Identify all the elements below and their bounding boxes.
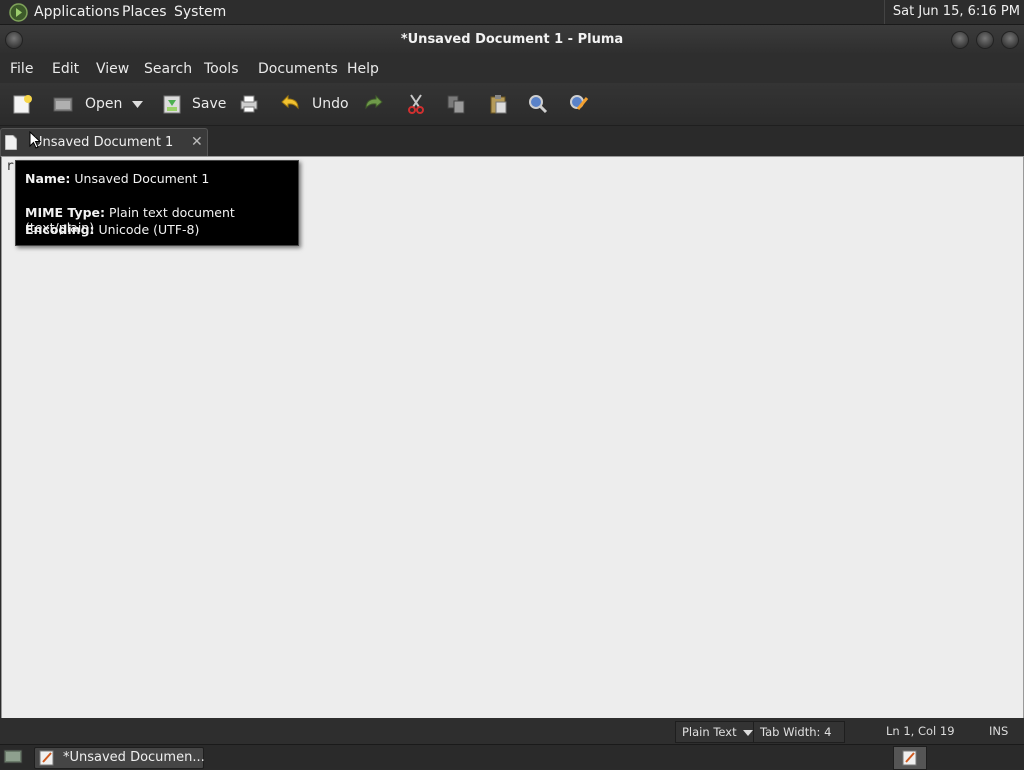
tooltip-mime-key: MIME Type:: [25, 205, 106, 220]
window-title: *Unsaved Document 1 - Pluma: [400, 32, 624, 47]
undo-icon[interactable]: [279, 93, 301, 115]
language-label: Plain Text: [682, 725, 737, 739]
cut-icon[interactable]: [405, 93, 427, 115]
tooltip-name-value: Unsaved Document 1: [70, 171, 210, 186]
text-document-icon: [5, 135, 17, 150]
text-editor-app-icon: [902, 750, 917, 766]
tooltip-encoding-line: Encoding: Unicode (UTF-8): [25, 222, 199, 237]
close-window-button[interactable]: [1001, 31, 1019, 49]
editor-text: r: [6, 159, 14, 174]
paste-icon[interactable]: [487, 93, 509, 115]
tab-label: Unsaved Document 1: [33, 135, 174, 150]
find-replace-icon[interactable]: [568, 93, 590, 115]
find-icon[interactable]: [527, 93, 549, 115]
tab-width-label: Tab Width: 4: [760, 725, 832, 739]
places-menu[interactable]: Places: [122, 0, 167, 24]
save-icon[interactable]: [161, 93, 183, 115]
insert-mode: INS: [989, 724, 1009, 738]
applications-menu[interactable]: Applications: [34, 0, 120, 24]
tooltip-name-line: Name: Unsaved Document 1: [25, 171, 209, 186]
menu-view[interactable]: View: [96, 55, 129, 83]
tooltip-encoding-value: Unicode (UTF-8): [94, 222, 200, 237]
taskbar-window-label: *Unsaved Documen...: [63, 750, 205, 765]
tab-bar: Unsaved Document 1 ✕: [0, 126, 1024, 157]
menubar: File Edit View Search Tools Documents He…: [0, 55, 1024, 83]
taskbar-window-button[interactable]: *Unsaved Documen...: [34, 747, 205, 769]
tooltip-encoding-key: Encoding:: [25, 222, 95, 237]
cursor-position: Ln 1, Col 19: [886, 724, 955, 738]
open-dropdown-arrow-icon[interactable]: [132, 101, 143, 108]
menu-search[interactable]: Search: [144, 55, 192, 83]
bottom-panel: *Unsaved Documen...: [0, 744, 1024, 770]
tab-close-button[interactable]: ✕: [191, 129, 203, 157]
text-editor-app-icon: [39, 750, 54, 766]
show-desktop-icon[interactable]: [3, 748, 23, 765]
tab-tooltip: Name: Unsaved Document 1 MIME Type: Plai…: [15, 160, 299, 246]
tooltip-name-key: Name:: [25, 171, 71, 186]
menu-documents[interactable]: Documents: [258, 55, 338, 83]
workspace-switcher[interactable]: [893, 746, 927, 770]
system-menu[interactable]: System: [174, 0, 226, 24]
undo-button-label[interactable]: Undo: [312, 83, 349, 125]
new-document-icon[interactable]: [12, 93, 34, 115]
chevron-down-icon: [742, 729, 753, 736]
menu-edit[interactable]: Edit: [52, 55, 79, 83]
clock[interactable]: Sat Jun 15, 6:16 PM: [883, 0, 1020, 24]
redo-icon[interactable]: [363, 93, 385, 115]
print-icon[interactable]: [238, 93, 260, 115]
mouse-pointer-icon: [29, 131, 41, 149]
tab-width-selector[interactable]: Tab Width: 4: [753, 721, 845, 756]
open-button-label[interactable]: Open: [85, 83, 122, 125]
save-button-label[interactable]: Save: [192, 83, 226, 125]
maximize-button[interactable]: [976, 31, 994, 49]
minimize-button[interactable]: [951, 31, 969, 49]
top-panel: Applications Places System Sat Jun 15, 6…: [0, 0, 1024, 25]
toolbar: Open Save Undo: [0, 83, 1024, 126]
window-titlebar[interactable]: *Unsaved Document 1 - Pluma: [0, 25, 1024, 55]
menu-help[interactable]: Help: [347, 55, 379, 83]
menu-file[interactable]: File: [10, 55, 33, 83]
menu-tools[interactable]: Tools: [204, 55, 239, 83]
open-icon[interactable]: [52, 93, 74, 115]
status-bar: Plain Text Tab Width: 4 Ln 1, Col 19 INS: [0, 718, 1024, 756]
mate-logo-icon[interactable]: [9, 3, 28, 22]
language-selector[interactable]: Plain Text: [675, 721, 755, 743]
copy-icon[interactable]: [445, 93, 467, 115]
